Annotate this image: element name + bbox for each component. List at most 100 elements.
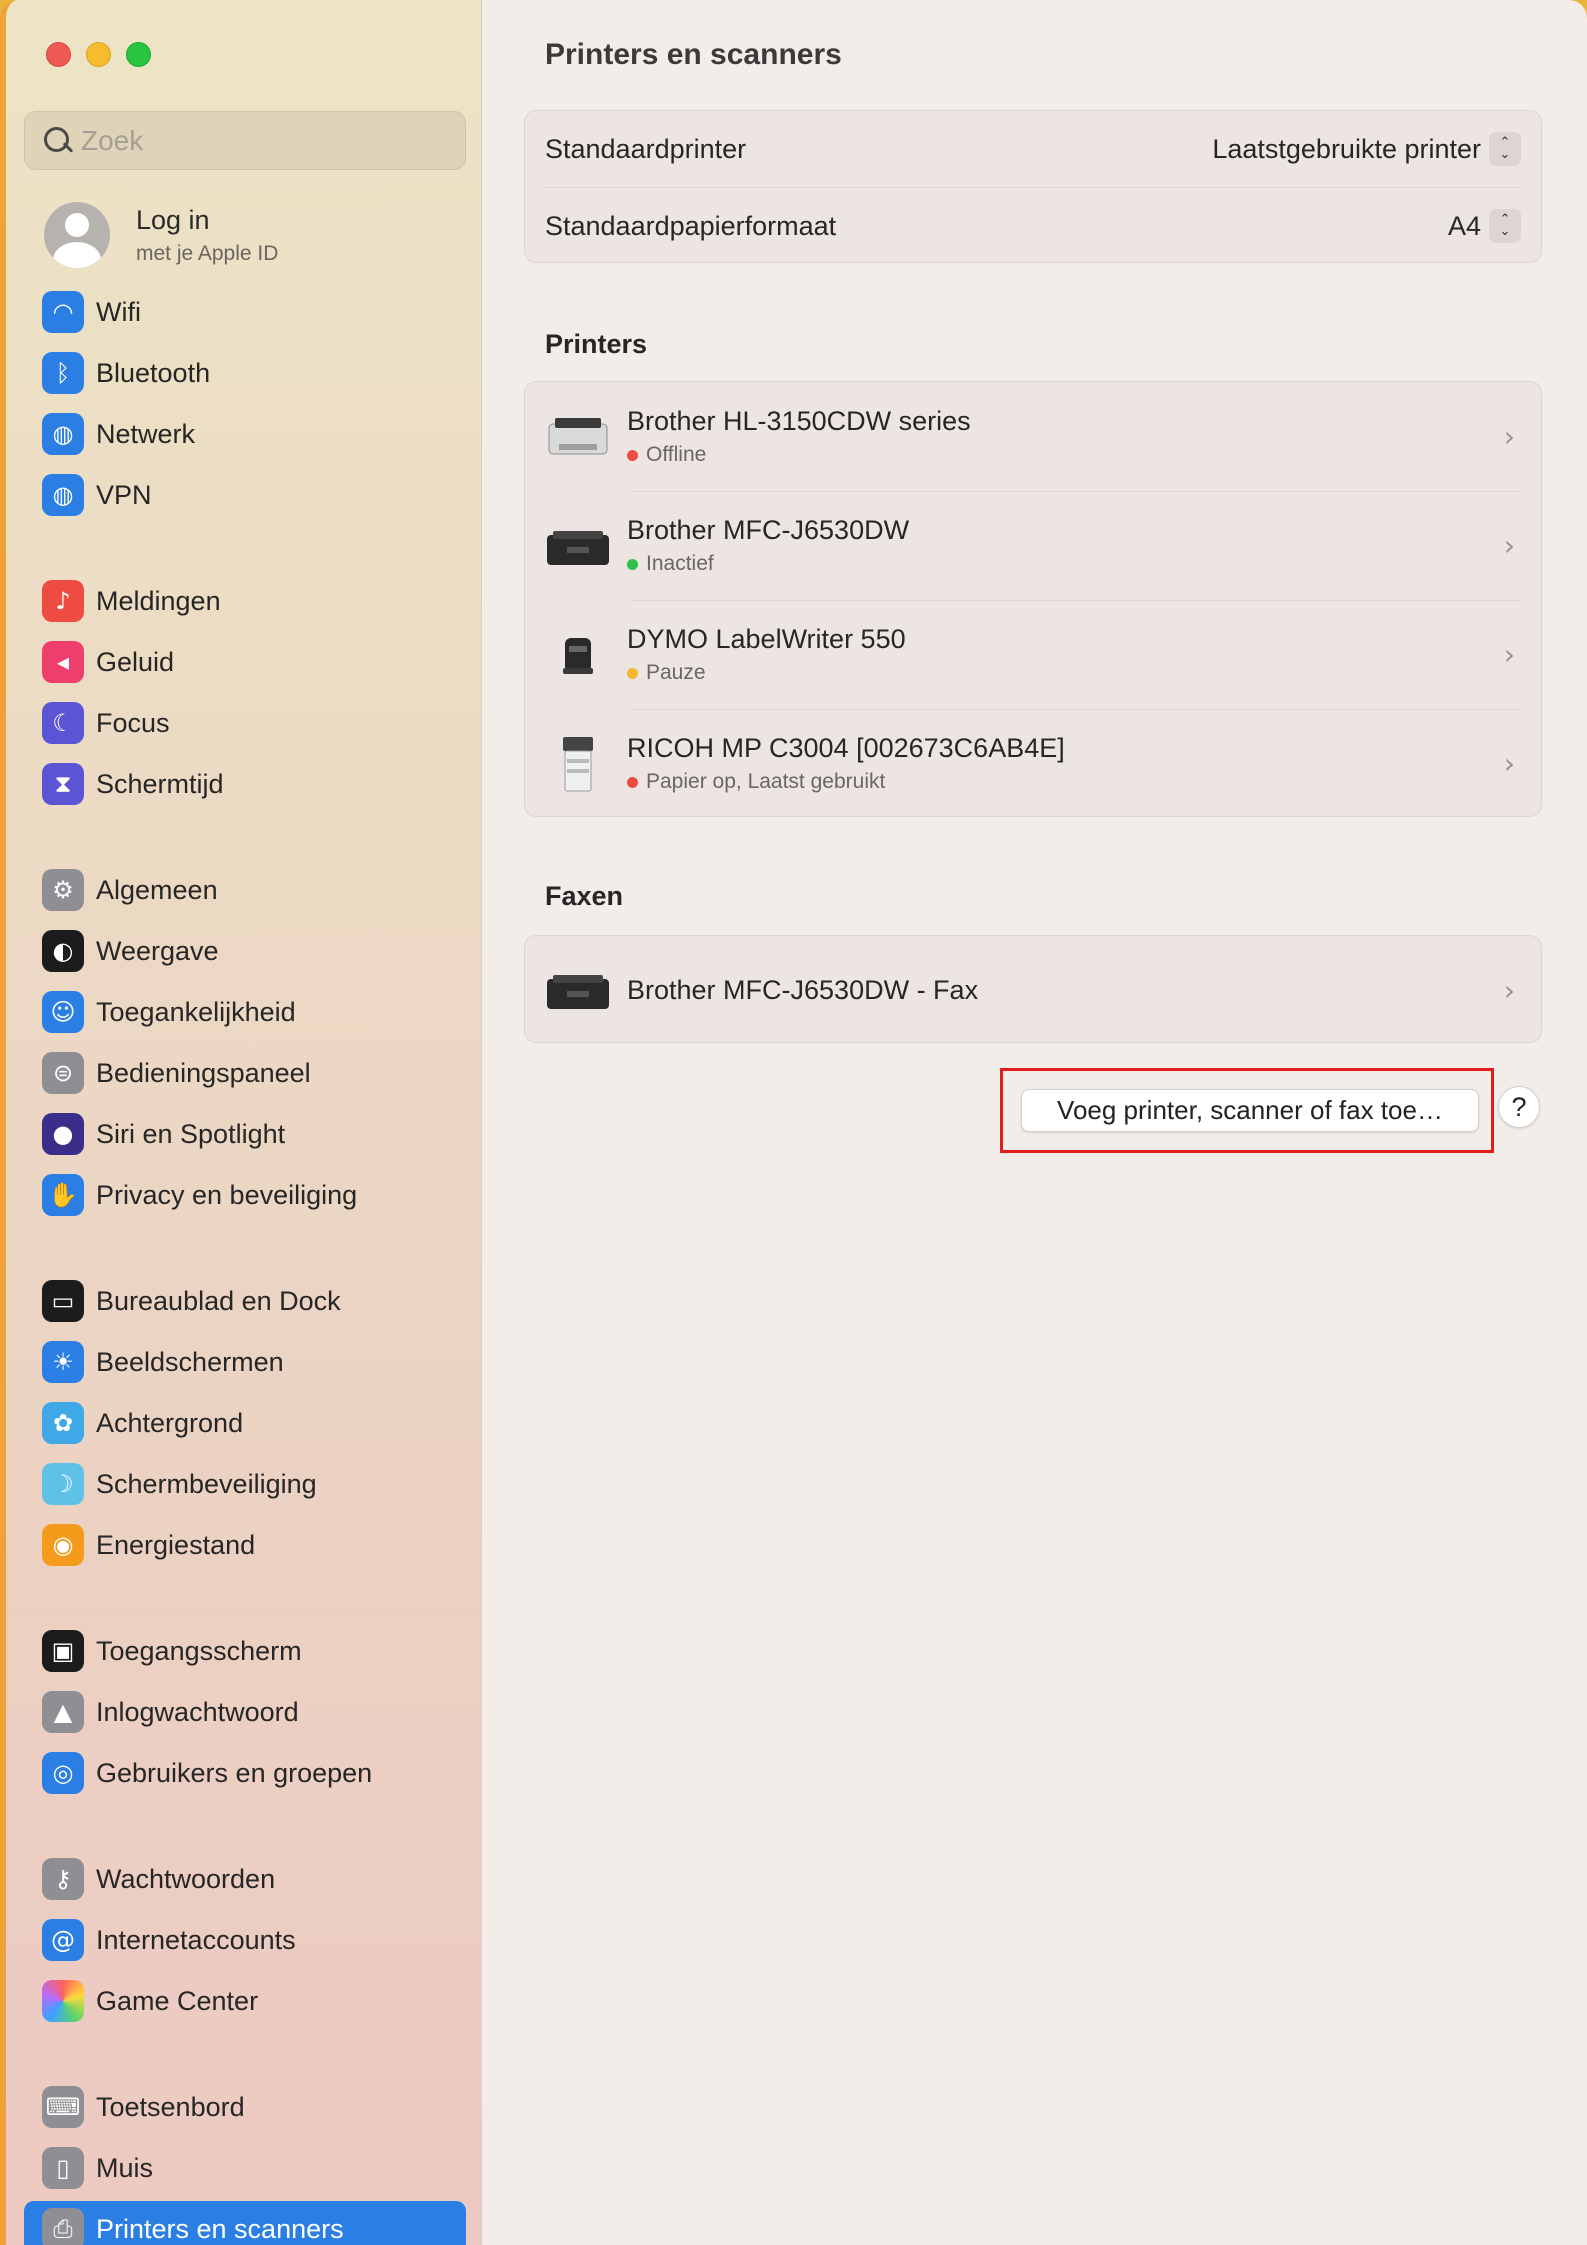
main-pane: Printers en scanners Standaardprinter La… — [482, 0, 1587, 2245]
close-window-button[interactable] — [46, 42, 71, 67]
sidebar-item-label: Beeldschermen — [96, 1346, 284, 1377]
signin-title: Log in — [136, 204, 210, 235]
bluetooth-icon: ᛒ — [42, 352, 84, 394]
moon-icon: ☾ — [42, 702, 84, 744]
flower-icon: ✿ — [42, 1402, 84, 1444]
printer-row[interactable]: Brother MFC-J6530DW Inactief › — [525, 491, 1541, 600]
signin-subtitle: met je Apple ID — [136, 241, 279, 265]
sun-icon: ☀ — [42, 1341, 84, 1383]
sidebar-item-algemeen[interactable]: ⚙ Algemeen — [24, 862, 466, 918]
printer-icon: ⎙ — [42, 2208, 84, 2245]
search-field[interactable] — [24, 111, 466, 170]
defaults-card: Standaardprinter Laatstgebruikte printer… — [524, 110, 1542, 263]
sidebar-item-meldingen[interactable]: ♪ Meldingen — [24, 573, 466, 629]
sidebar-item-focus[interactable]: ☾ Focus — [24, 695, 466, 751]
minimize-window-button[interactable] — [86, 42, 111, 67]
page-title: Printers en scanners — [545, 38, 842, 71]
sidebar-item-label: Netwerk — [96, 418, 196, 449]
printer-status: Offline — [627, 443, 971, 467]
sidebar-item-bedieningspaneel[interactable]: ⊜ Bedieningspaneel — [24, 1045, 466, 1101]
sidebar-item-achtergrond[interactable]: ✿ Achtergrond — [24, 1395, 466, 1451]
hourglass-icon: ⧗ — [42, 763, 84, 805]
apple-id-signin[interactable]: Log in met je Apple ID — [44, 202, 278, 268]
vpn-globe-icon: ◍ — [42, 474, 84, 516]
sidebar-item-bureaublad-en-dock[interactable]: ▭ Bureaublad en Dock — [24, 1273, 466, 1329]
sidebar-item-toegangsscherm[interactable]: ▣ Toegangsscherm — [24, 1623, 466, 1679]
sidebar-item-toegankelijkheid[interactable]: ☺ Toegankelijkheid — [24, 984, 466, 1040]
dock-icon: ▭ — [42, 1280, 84, 1322]
sidebar-item-label: Wifi — [96, 296, 141, 327]
sidebar-item-inlogwachtwoord[interactable]: ▲ Inlogwachtwoord — [24, 1684, 466, 1740]
printer-name: RICOH MP C3004 [002673C6AB4E] — [627, 733, 1065, 763]
sidebar-item-netwerk[interactable]: ◍ Netwerk — [24, 406, 466, 462]
sidebar-item-internetaccounts[interactable]: @ Internetaccounts — [24, 1912, 466, 1968]
sidebar-item-label: Gebruikers en groepen — [96, 1757, 373, 1788]
bulb-icon: ◉ — [42, 1524, 84, 1566]
sidebar-item-vpn[interactable]: ◍ VPN — [24, 467, 466, 523]
status-dot-icon — [627, 776, 638, 788]
sidebar-item-toetsenbord[interactable]: ⌨ Toetsenbord — [24, 2079, 466, 2135]
sidebar-item-privacy-en-beveiliging[interactable]: ✋ Privacy en beveiliging — [24, 1167, 466, 1223]
sidebar-item-game-center[interactable]: Game Center — [24, 1973, 466, 2029]
default-paper-select[interactable]: A4 ⌃ ⌄ — [1448, 209, 1521, 243]
sidebar-item-label: Bureaublad en Dock — [96, 1285, 341, 1316]
default-printer-select[interactable]: Laatstgebruikte printer ⌃ ⌄ — [1212, 132, 1521, 166]
fax-name: Brother MFC-J6530DW - Fax — [627, 974, 979, 1005]
sidebar-item-label: Geluid — [96, 646, 175, 677]
sidebar-item-siri-en-spotlight[interactable]: ● Siri en Spotlight — [24, 1106, 466, 1162]
globe-icon: ◍ — [42, 413, 84, 455]
sidebar-item-label: Bluetooth — [96, 357, 211, 388]
printer-status-text: Pauze — [646, 661, 706, 684]
sidebar-item-label: Internetaccounts — [96, 1924, 296, 1955]
status-dot-icon — [627, 667, 638, 679]
sidebar-item-label: Schermbeveiliging — [96, 1468, 317, 1499]
zoom-window-button[interactable] — [126, 42, 151, 67]
fax-row[interactable]: Brother MFC-J6530DW - Fax › — [525, 936, 1541, 1044]
sidebar-item-schermtijd[interactable]: ⧗ Schermtijd — [24, 756, 466, 812]
search-input[interactable] — [81, 124, 441, 157]
sidebar-item-label: Inlogwachtwoord — [96, 1696, 299, 1727]
printer-row[interactable]: DYMO LabelWriter 550 Pauze › — [525, 600, 1541, 709]
sidebar-item-geluid[interactable]: ◂ Geluid — [24, 634, 466, 690]
sidebar-item-label: Bedieningspaneel — [96, 1057, 311, 1088]
keyboard-icon: ⌨ — [42, 2086, 84, 2128]
sidebar: Log in met je Apple ID ◠ Wifi ᛒ Bluetooth ◍ N… — [0, 0, 482, 2245]
sidebar-item-printers-en-scanners[interactable]: ⎙ Printers en scanners — [24, 2201, 466, 2245]
sidebar-item-label: Focus — [96, 707, 170, 738]
default-paper-row: Standaardpapierformaat A4 ⌃ ⌄ — [525, 188, 1541, 264]
printer-row[interactable]: RICOH MP C3004 [002673C6AB4E] Papier op, … — [525, 709, 1541, 818]
sidebar-item-label: Weergave — [96, 935, 219, 966]
sidebar-item-wifi[interactable]: ◠ Wifi — [24, 284, 466, 340]
sidebar-item-weergave[interactable]: ◐ Weergave — [24, 923, 466, 979]
printer-status: Pauze — [627, 661, 906, 685]
help-button[interactable]: ? — [1498, 1086, 1540, 1128]
sidebar-item-label: Privacy en beveiliging — [96, 1179, 358, 1210]
printer-row[interactable]: Brother HL-3150CDW series Offline › — [525, 382, 1541, 491]
sidebar-item-energiestand[interactable]: ◉ Energiestand — [24, 1517, 466, 1573]
sidebar-item-schermbeveiliging[interactable]: ☽ Schermbeveiliging — [24, 1456, 466, 1512]
default-paper-label: Standaardpapierformaat — [545, 210, 837, 241]
add-printer-button[interactable]: Voeg printer, scanner of fax toe… — [1021, 1089, 1479, 1132]
sidebar-item-gebruikers-en-groepen[interactable]: ◎ Gebruikers en groepen — [24, 1745, 466, 1801]
screensaver-icon: ☽ — [42, 1463, 84, 1505]
siri-icon: ● — [42, 1113, 84, 1155]
chevron-right-icon: › — [1503, 529, 1515, 562]
control-center-icon: ⊜ — [42, 1052, 84, 1094]
sidebar-item-wachtwoorden[interactable]: ⚷ Wachtwoorden — [24, 1851, 466, 1907]
sidebar-item-label: Game Center — [96, 1985, 259, 2016]
sidebar-item-bluetooth[interactable]: ᛒ Bluetooth — [24, 345, 466, 401]
sidebar-item-label: Siri en Spotlight — [96, 1118, 286, 1149]
sidebar-item-label: Energiestand — [96, 1529, 256, 1560]
printers-list: Brother HL-3150CDW series Offline › Brother… — [524, 381, 1542, 817]
status-dot-icon — [627, 558, 638, 570]
sidebar-item-label: Printers en scanners — [96, 2213, 344, 2244]
sidebar-item-muis[interactable]: ▯ Muis — [24, 2140, 466, 2196]
sidebar-item-beeldschermen[interactable]: ☀ Beeldschermen — [24, 1334, 466, 1390]
bell-icon: ♪ — [42, 580, 84, 622]
at-icon: @ — [42, 1919, 84, 1961]
printer-name: Brother MFC-J6530DW — [627, 515, 910, 545]
printer-name: Brother HL-3150CDW series — [627, 406, 971, 436]
printer-name: DYMO LabelWriter 550 — [627, 624, 906, 654]
users-icon: ◎ — [42, 1752, 84, 1794]
printer-icon — [545, 404, 611, 470]
